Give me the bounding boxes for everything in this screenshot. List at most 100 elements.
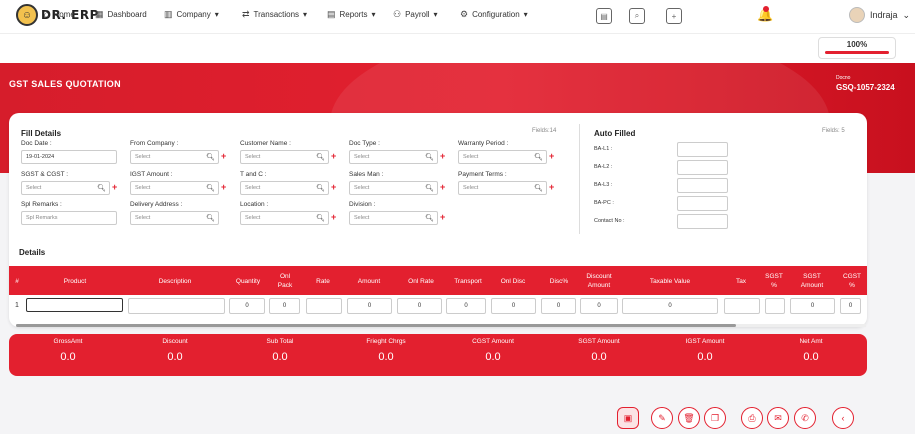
from-company-field[interactable]: Select 🔍︎ [130, 150, 219, 164]
back-button[interactable]: ‹ [832, 407, 854, 429]
add-division-button[interactable]: + [440, 212, 445, 222]
customer-name-placeholder: Select [245, 154, 261, 160]
save-icon: ▣ [623, 412, 633, 423]
building-icon: ▥ [164, 9, 173, 19]
total-label: Discount [162, 338, 188, 345]
print-button[interactable]: ⎙ [741, 407, 763, 429]
warranty-field[interactable]: Select 🔍︎ [458, 150, 547, 164]
total-igst: IGST Amount 0.0 [665, 338, 745, 363]
total-value: 0.0 [803, 351, 819, 363]
ba-pc-label: BA-PC : [594, 200, 614, 206]
search-icon[interactable]: 🔍︎ [425, 153, 434, 161]
ba-l1-field[interactable] [677, 142, 728, 157]
col-header-description: Description [158, 278, 192, 285]
search-icon[interactable]: 🔍︎ [425, 184, 434, 192]
spl-remarks-field[interactable]: Spl Remarks [21, 211, 117, 225]
salesman-field[interactable]: Select 🔍︎ [349, 181, 438, 195]
transport-input[interactable]: 0 [446, 298, 486, 314]
search-icon[interactable]: 🔍︎ [316, 184, 325, 192]
total-value: 0.0 [378, 351, 394, 363]
scrollbar-thumb[interactable] [16, 324, 736, 327]
add-location-button[interactable]: + [331, 212, 336, 222]
gear-icon: ⚙ [460, 9, 469, 19]
discount-amount-input[interactable]: 0 [580, 298, 618, 314]
onl-rate-input[interactable]: 0 [397, 298, 442, 314]
table-scrollbar[interactable] [16, 324, 866, 327]
add-tandc-button[interactable]: + [331, 182, 336, 192]
ba-l3-field[interactable] [677, 178, 728, 193]
sgst-pct-input[interactable] [765, 298, 785, 314]
search-icon[interactable]: 🔍︎ [534, 184, 543, 192]
add-warranty-button[interactable]: + [549, 151, 554, 161]
amount-input[interactable]: 0 [347, 298, 392, 314]
nav-home[interactable]: ⌂ Home [44, 9, 75, 19]
tandc-field[interactable]: Select 🔍︎ [240, 181, 329, 195]
total-label: Sub Total [266, 338, 294, 345]
search-icon[interactable]: 🔍︎ [316, 153, 325, 161]
transactions-icon: ⇄ [242, 9, 250, 19]
customer-name-field[interactable]: Select 🔍︎ [240, 150, 329, 164]
tax-input[interactable] [724, 298, 760, 314]
rate-input[interactable] [306, 298, 342, 314]
igst-field[interactable]: Select 🔍︎ [130, 181, 219, 195]
add-salesman-button[interactable]: + [440, 182, 445, 192]
delete-button[interactable]: 🗑︎ [678, 407, 700, 429]
copy-button[interactable]: ❐ [704, 407, 726, 429]
doc-date-field[interactable]: 19-01-2024 [21, 150, 117, 164]
search-icon[interactable]: 🔍︎ [425, 214, 434, 222]
cgst-pct-input[interactable]: 0 [840, 298, 861, 314]
sgst-amount-input[interactable]: 0 [790, 298, 835, 314]
progress-label: 100% [846, 40, 868, 49]
user-menu[interactable]: Indraja ⌄ [849, 7, 910, 23]
taxable-value-input[interactable]: 0 [622, 298, 718, 314]
disc-pct-input[interactable]: 0 [541, 298, 576, 314]
contact-label: Contact No : [594, 218, 625, 224]
payment-field[interactable]: Select 🔍︎ [458, 181, 547, 195]
search-icon[interactable]: 🔍︎ [206, 153, 215, 161]
add-customer-button[interactable]: + [331, 151, 336, 161]
contact-field[interactable] [677, 214, 728, 229]
product-input[interactable] [26, 298, 123, 312]
nav-company[interactable]: ▥ Company ▾ [164, 9, 219, 20]
doc-type-field[interactable]: Select 🔍︎ [349, 150, 438, 164]
add-doc-type-button[interactable]: + [440, 151, 445, 161]
document-search-icon[interactable]: ⌕ [629, 8, 645, 24]
add-from-company-button[interactable]: + [221, 151, 226, 161]
description-input[interactable] [128, 298, 225, 314]
add-sgst-cgst-button[interactable]: + [112, 182, 117, 192]
tandc-placeholder: Select [245, 185, 261, 191]
nav-payroll[interactable]: ⚇ Payroll ▾ [393, 9, 438, 20]
whatsapp-button[interactable]: ✆ [794, 407, 816, 429]
details-title: Details [19, 248, 46, 257]
sgst-cgst-field[interactable]: Select 🔍︎ [21, 181, 110, 195]
delivery-field[interactable]: Select 🔍︎ [130, 211, 219, 225]
nav-reports[interactable]: ▤ Reports ▾ [327, 9, 376, 20]
onl-pack-input[interactable]: 0 [269, 298, 300, 314]
document-plus-icon[interactable]: + [666, 8, 682, 24]
tandc-label: T and C : [240, 171, 267, 178]
caret-icon: ▾ [303, 10, 308, 19]
add-igst-button[interactable]: + [221, 182, 226, 192]
search-icon[interactable]: 🔍︎ [206, 184, 215, 192]
search-icon[interactable]: 🔍︎ [206, 214, 215, 222]
division-field[interactable]: Select 🔍︎ [349, 211, 438, 225]
onl-disc-input[interactable]: 0 [491, 298, 536, 314]
location-field[interactable]: Select 🔍︎ [240, 211, 329, 225]
quantity-input[interactable]: 0 [229, 298, 265, 314]
location-placeholder: Select [245, 215, 261, 221]
document-icon[interactable]: ▤ [596, 8, 612, 24]
search-icon[interactable]: 🔍︎ [534, 153, 543, 161]
nav-transactions[interactable]: ⇄ Transactions ▾ [242, 9, 307, 20]
edit-button[interactable]: ✎ [651, 407, 673, 429]
email-button[interactable]: ✉ [767, 407, 789, 429]
from-company-label: From Company : [130, 140, 179, 147]
ba-l2-field[interactable] [677, 160, 728, 175]
nav-configuration[interactable]: ⚙ Configuration ▾ [460, 9, 528, 20]
search-icon[interactable]: 🔍︎ [316, 214, 325, 222]
total-label: CGST Amount [472, 338, 514, 345]
nav-dashboard[interactable]: ▦ Dashboard [95, 9, 147, 20]
search-icon[interactable]: 🔍︎ [97, 184, 106, 192]
save-button[interactable]: ▣ [617, 407, 639, 429]
ba-pc-field[interactable] [677, 196, 728, 211]
add-payment-button[interactable]: + [549, 182, 554, 192]
